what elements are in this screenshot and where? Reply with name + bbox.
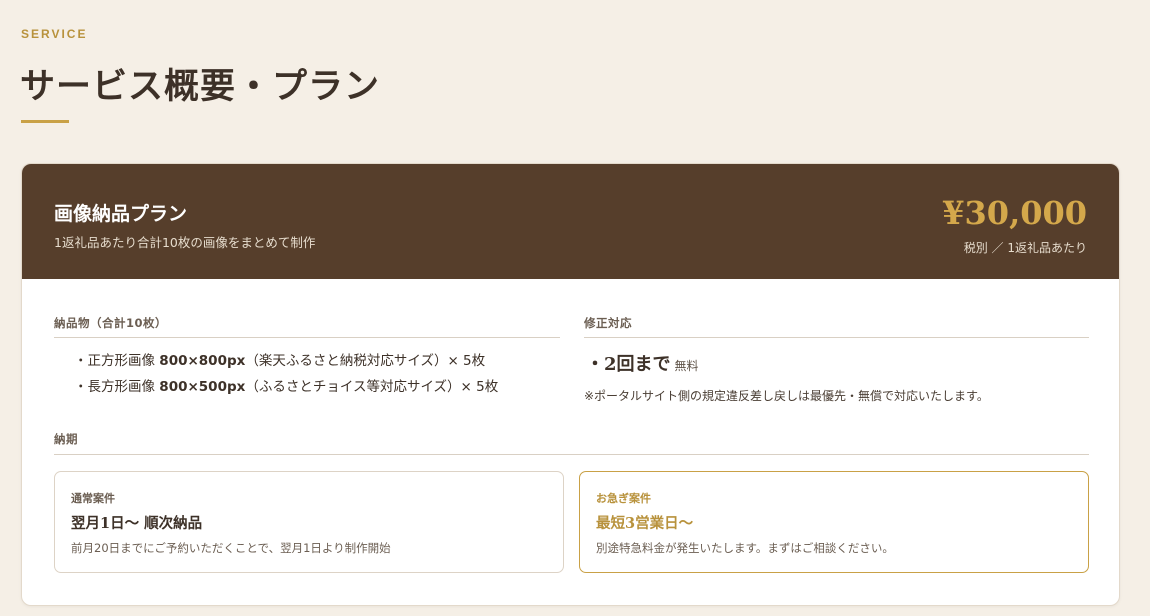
page-title: サービス概要・プラン [20, 66, 381, 107]
revision-free-label: 無料 [674, 359, 699, 373]
plan-card-header: 画像納品プラン 1返礼品あたり合計10枚の画像をまとめて制作 ¥30,000 税… [22, 164, 1119, 279]
lead-time-rush-note: 別途特急料金が発生いたします。まずはご相談ください。 [596, 541, 894, 555]
revision-note: ※ポータルサイト側の規定違反差し戻しは最優先・無償で対応いたします。 [584, 389, 989, 403]
plan-name: 画像納品プラン [54, 203, 188, 225]
revisions-divider [584, 337, 1089, 338]
deliverable-type: 正方形画像 [87, 353, 160, 369]
revision-count-text: ・2回まで [586, 354, 671, 375]
list-bullet: ・ [74, 379, 88, 395]
deliverable-detail: （楽天ふるさと納税対応サイズ）× 5枚 [245, 353, 486, 369]
lead-time-rush-category: お急ぎ案件 [596, 492, 651, 505]
deliverable-item-rectangle: ・長方形画像 800×500px（ふるさとチョイス等対応サイズ）× 5枚 [74, 375, 498, 395]
lead-time-label: 納期 [54, 432, 78, 446]
plan-price-note: 税別 ／ 1返礼品あたり [963, 241, 1087, 255]
lead-time-divider [54, 454, 1089, 455]
deliverable-type: 長方形画像 [87, 379, 160, 395]
lead-time-rush-title: 最短3営業日〜 [596, 515, 694, 532]
deliverable-item-square: ・正方形画像 800×800px（楽天ふるさと納税対応サイズ）× 5枚 [74, 349, 485, 369]
list-bullet: ・ [74, 353, 88, 369]
deliverable-size: 800×500px [159, 379, 246, 395]
title-underline [21, 120, 69, 123]
lead-time-normal-note: 前月20日までにご予約いただくことで、翌月1日より制作開始 [71, 541, 391, 555]
lead-time-rush-box: お急ぎ案件 最短3営業日〜 別途特急料金が発生いたします。まずはご相談ください。 [579, 471, 1089, 573]
plan-description: 1返礼品あたり合計10枚の画像をまとめて制作 [54, 235, 316, 250]
revisions-label: 修正対応 [584, 316, 632, 330]
deliverable-size: 800×800px [159, 353, 246, 369]
deliverables-divider [54, 337, 560, 338]
revision-count: ・2回まで 無料 [586, 350, 699, 376]
deliverable-detail: （ふるさとチョイス等対応サイズ）× 5枚 [245, 379, 499, 395]
section-eyebrow: SERVICE [21, 27, 88, 41]
lead-time-normal-category: 通常案件 [71, 492, 115, 505]
lead-time-normal-box: 通常案件 翌月1日〜 順次納品 前月20日までにご予約いただくことで、翌月1日よ… [54, 471, 564, 573]
deliverables-label: 納品物（合計10枚） [54, 316, 168, 330]
plan-price: ¥30,000 [942, 194, 1087, 232]
lead-time-normal-title: 翌月1日〜 順次納品 [71, 515, 203, 532]
plan-card: 画像納品プラン 1返礼品あたり合計10枚の画像をまとめて制作 ¥30,000 税… [21, 163, 1120, 606]
